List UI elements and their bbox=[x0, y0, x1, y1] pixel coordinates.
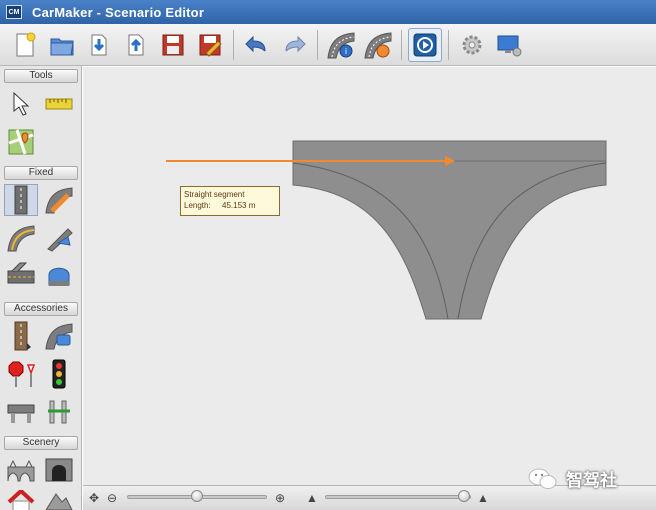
segment-tooltip: Straight segment Length: 45.153 m bbox=[180, 186, 280, 216]
guardrail-tool-button[interactable] bbox=[42, 396, 76, 428]
map-tool-button[interactable] bbox=[4, 126, 38, 158]
tooltip-length-value: 45.153 m bbox=[222, 201, 256, 210]
toolbar-separator bbox=[233, 29, 234, 60]
save-as-icon bbox=[199, 34, 222, 57]
stop-sign-icon bbox=[8, 361, 36, 387]
bus-stop-tool-button[interactable] bbox=[42, 320, 76, 352]
curve-road-icon bbox=[7, 225, 35, 252]
section-header-tools: Tools bbox=[4, 69, 78, 83]
import-icon bbox=[91, 34, 107, 55]
toolbar-separator bbox=[317, 29, 318, 60]
tunnel-portal-icon bbox=[45, 458, 73, 482]
straight-road-tool-button[interactable] bbox=[4, 184, 38, 216]
section-header-scenery: Scenery bbox=[4, 436, 78, 450]
play-icon bbox=[413, 33, 437, 56]
watermark: 智驾社 bbox=[528, 466, 617, 491]
house-icon bbox=[7, 490, 35, 510]
view-slider-knob[interactable] bbox=[457, 490, 470, 502]
title-bar: CM CarMaker - Scenario Editor bbox=[0, 0, 656, 24]
tunnel-icon bbox=[48, 267, 70, 286]
traffic-light-icon bbox=[52, 359, 66, 389]
building-tool-button[interactable] bbox=[4, 490, 38, 510]
road-surface[interactable] bbox=[292, 140, 607, 320]
pointer-arrow-icon bbox=[13, 91, 30, 116]
ruler-icon bbox=[45, 98, 73, 110]
display-settings-button[interactable] bbox=[492, 28, 526, 62]
zoom-slider-knob[interactable] bbox=[191, 490, 203, 502]
zoom-out-icon[interactable]: ⊖ bbox=[105, 491, 119, 505]
road-info-icon: i bbox=[327, 31, 355, 58]
scenario-canvas[interactable]: Straight segment Length: 45.153 m bbox=[83, 67, 656, 485]
road-warning-icon bbox=[364, 31, 392, 58]
play-button[interactable] bbox=[408, 27, 442, 62]
undo-button[interactable] bbox=[240, 28, 274, 62]
traffic-sign-tool-button[interactable] bbox=[4, 358, 38, 390]
roundabout-tool-button[interactable] bbox=[4, 222, 38, 254]
curve-road-tool-button[interactable] bbox=[42, 184, 76, 216]
import-button[interactable] bbox=[82, 28, 116, 62]
svg-text:i: i bbox=[345, 47, 347, 56]
curved-road-icon bbox=[45, 187, 73, 214]
pan-move-icon[interactable]: ✥ bbox=[87, 491, 101, 505]
measure-tool-button[interactable] bbox=[42, 88, 76, 120]
bridge-tool-button[interactable] bbox=[4, 396, 38, 428]
open-button[interactable] bbox=[45, 28, 79, 62]
tooltip-length-row: Length: 45.153 m bbox=[184, 200, 276, 211]
stone-bridge-icon bbox=[7, 459, 35, 482]
junction-tool-button[interactable] bbox=[4, 260, 38, 292]
zoom-in-icon[interactable]: ⊕ bbox=[273, 491, 287, 505]
view-angle-low-icon[interactable]: ▲ bbox=[305, 491, 319, 505]
junction-icon bbox=[7, 262, 35, 284]
tool-palette: Tools Fixed Accessories Scenery bbox=[0, 66, 82, 510]
new-file-button[interactable] bbox=[8, 28, 42, 62]
save-as-button[interactable] bbox=[193, 28, 227, 62]
watermark-text: 智驾社 bbox=[566, 471, 617, 490]
export-button[interactable] bbox=[119, 28, 153, 62]
road-network[interactable] bbox=[83, 67, 656, 485]
display-settings-icon bbox=[497, 35, 522, 56]
window-title: CarMaker - Scenario Editor bbox=[32, 4, 205, 20]
traffic-light-tool-button[interactable] bbox=[42, 358, 76, 390]
bus-stop-icon bbox=[45, 323, 73, 350]
object-tool-button[interactable] bbox=[42, 490, 76, 510]
save-button[interactable] bbox=[156, 28, 190, 62]
tunnel-tool-button[interactable] bbox=[42, 260, 76, 292]
wechat-logo-icon bbox=[528, 468, 557, 489]
lane-tool-button[interactable] bbox=[4, 320, 38, 352]
app-logo-icon: CM bbox=[6, 5, 22, 19]
toolbar-separator bbox=[401, 29, 402, 60]
settings-button[interactable] bbox=[455, 28, 489, 62]
undo-icon bbox=[245, 35, 266, 52]
view-slider-track[interactable] bbox=[325, 495, 471, 499]
lane-marking-icon bbox=[14, 321, 31, 351]
ramp-road-icon bbox=[47, 228, 73, 252]
ramp-tool-button[interactable] bbox=[42, 222, 76, 254]
straight-road-icon bbox=[14, 185, 28, 215]
map-icon bbox=[8, 129, 34, 155]
new-file-icon bbox=[16, 32, 36, 56]
bridge-icon bbox=[7, 404, 35, 423]
redo-button[interactable] bbox=[277, 28, 311, 62]
section-header-accessories: Accessories bbox=[4, 302, 78, 316]
open-folder-icon bbox=[50, 38, 74, 55]
road-info-button[interactable]: i bbox=[324, 28, 358, 62]
tooltip-length-label: Length: bbox=[184, 201, 211, 210]
terrain-icon bbox=[45, 493, 73, 510]
redo-icon bbox=[285, 35, 306, 52]
road-warning-button[interactable] bbox=[361, 28, 395, 62]
settings-gear-icon bbox=[462, 35, 482, 54]
select-tool-button[interactable] bbox=[4, 88, 38, 120]
toolbar-separator bbox=[448, 29, 449, 60]
save-icon bbox=[162, 34, 184, 55]
guardrail-icon bbox=[48, 400, 70, 424]
main-toolbar: i bbox=[0, 24, 656, 66]
scenery-tunnel-tool-button[interactable] bbox=[42, 454, 76, 486]
export-icon bbox=[128, 34, 144, 55]
view-angle-high-icon[interactable]: ▲ bbox=[476, 491, 490, 505]
tooltip-title: Straight segment bbox=[184, 190, 245, 199]
scenery-bridge-tool-button[interactable] bbox=[4, 454, 38, 486]
section-header-fixed: Fixed bbox=[4, 166, 78, 180]
